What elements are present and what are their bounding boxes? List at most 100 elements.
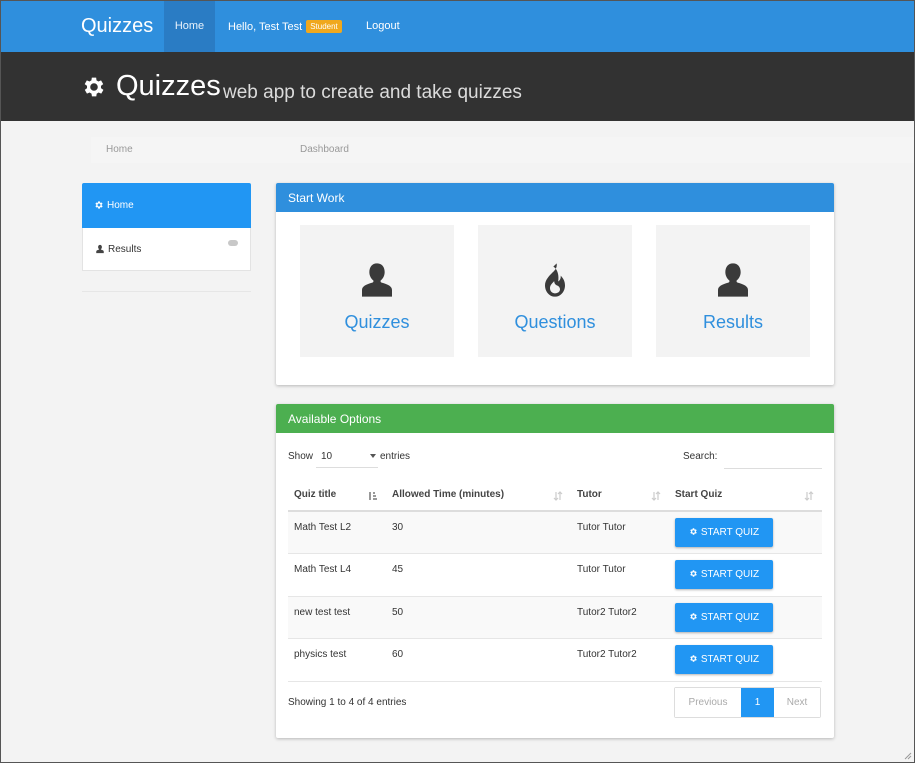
cell-text: physics test [294, 649, 347, 661]
gear-icon [690, 570, 697, 578]
page-header: Quizzes web app to create and take quizz… [1, 52, 914, 121]
start-quiz-button[interactable]: START QUIZ [675, 602, 773, 632]
page-length-select[interactable]: 10 [316, 444, 378, 468]
cell-allowed-time: 45 [386, 553, 571, 597]
breadcrumb: Home Dashboard [91, 137, 914, 163]
button-label: START QUIZ [700, 611, 760, 623]
col-header-label: Start Quiz [675, 489, 723, 500]
brand-link[interactable]: Quizzes [81, 15, 153, 38]
user-icon [718, 263, 748, 297]
sidebar-item-label: Results [108, 244, 142, 255]
cell-quiz-title: Math Test L4 [288, 553, 386, 597]
tile-questions[interactable]: Questions [478, 225, 632, 357]
pagination: Previous 1 Next [674, 687, 821, 718]
start-quiz-button[interactable]: START QUIZ [675, 645, 773, 675]
col-header-label: Tutor [577, 489, 602, 500]
role-badge: Student [306, 20, 342, 33]
sidebar-item-label: Home [107, 200, 134, 211]
tile-label: Questions [514, 312, 596, 332]
start-work-panel: Start Work Quizzes Questions Results [276, 183, 834, 385]
sidebar-item-results[interactable]: Results [82, 228, 251, 271]
nav-home-link[interactable]: Home [164, 1, 215, 52]
col-quiz-title[interactable]: Quiz title [288, 479, 386, 512]
cell-text: Tutor2 Tutor2 [577, 649, 637, 661]
search-input[interactable] [724, 444, 822, 469]
cell-quiz-title: Math Test L2 [288, 511, 386, 554]
cell-start-quiz: START QUIZ [669, 638, 822, 682]
cell-start-quiz: START QUIZ [669, 511, 822, 554]
breadcrumb-home[interactable]: Home [106, 144, 133, 155]
cell-text: 30 [392, 522, 404, 533]
button-label: START QUIZ [700, 654, 760, 666]
cell-text: 45 [392, 564, 404, 576]
cell-tutor: Tutor2 Tutor2 [571, 638, 669, 682]
gear-icon [690, 612, 697, 620]
cell-text: Tutor2 Tutor2 [577, 606, 637, 618]
top-navbar: Quizzes Home Hello, Test Test Student Log… [1, 1, 914, 52]
tile-results[interactable]: Results [656, 225, 810, 357]
available-options-title: Available Options [276, 404, 834, 433]
cell-quiz-title: new test test [288, 596, 386, 639]
cell-start-quiz: START QUIZ [669, 596, 822, 639]
fire-icon [545, 263, 565, 297]
tile-label: Results [702, 312, 764, 332]
table-header-row: Quiz title Allowed Time (minutes) Tutor [288, 479, 822, 512]
col-start-quiz[interactable]: Start Quiz [669, 479, 822, 512]
logout-link[interactable]: Logout [366, 20, 400, 32]
start-quiz-button[interactable]: START QUIZ [675, 518, 773, 547]
table-row: physics test 60 Tutor2 Tutor2 START QUIZ [288, 638, 822, 682]
cell-text: new test test [294, 606, 351, 618]
nav-user-greeting[interactable]: Hello, Test Test Student [228, 20, 342, 33]
user-icon [96, 244, 104, 254]
quiz-table: Quiz title Allowed Time (minutes) Tutor [288, 479, 822, 682]
button-label: START QUIZ [700, 527, 760, 538]
tile-label: Quizzes [344, 312, 410, 332]
cell-text: Tutor Tutor [577, 522, 626, 533]
resize-grip-icon[interactable] [902, 750, 912, 760]
gear-icon [690, 528, 697, 535]
cell-start-quiz: START QUIZ [669, 553, 822, 597]
cell-text: 60 [392, 649, 404, 661]
sidebar: Home Results [82, 183, 251, 271]
sort-asc-icon [369, 492, 377, 500]
page-length-value: 10 [321, 451, 333, 462]
pagination-previous[interactable]: Previous [675, 688, 741, 717]
table-row: Math Test L4 45 Tutor Tutor START QUIZ [288, 553, 822, 597]
chevron-down-icon [370, 454, 376, 458]
cell-allowed-time: 50 [386, 596, 571, 639]
sidebar-item-home[interactable]: Home [82, 183, 251, 228]
col-allowed-time[interactable]: Allowed Time (minutes) [386, 479, 571, 512]
cell-tutor: Tutor Tutor [571, 553, 669, 597]
button-label: START QUIZ [700, 569, 760, 581]
user-icon [362, 263, 392, 297]
table-row: Math Test L2 30 Tutor Tutor START QUIZ [288, 511, 822, 554]
entries-label: entries [380, 451, 411, 462]
cell-tutor: Tutor2 Tutor2 [571, 596, 669, 639]
gear-icon [95, 201, 103, 209]
start-quiz-button[interactable]: START QUIZ [675, 560, 773, 590]
pagination-page-1[interactable]: 1 [741, 688, 774, 717]
sort-icon [553, 491, 563, 501]
gear-icon [690, 655, 697, 663]
available-options-panel: Available Options Show 10 entries Search… [276, 404, 834, 738]
page-subtitle: web app to create and take quizzes [223, 82, 522, 103]
search-label: Search: [683, 451, 718, 462]
start-work-title: Start Work [276, 183, 834, 212]
col-tutor[interactable]: Tutor [571, 479, 669, 512]
cell-allowed-time: 30 [386, 511, 571, 554]
table-row: new test test 50 Tutor2 Tutor2 START QUI… [288, 596, 822, 639]
cell-text: Math Test L4 [294, 564, 352, 576]
cell-text: 50 [392, 606, 404, 618]
pagination-next[interactable]: Next [774, 688, 820, 717]
cell-allowed-time: 60 [386, 638, 571, 682]
sidebar-divider [82, 291, 251, 292]
col-header-label: Quiz title [294, 489, 337, 500]
page-title: Quizzes [116, 70, 221, 102]
sort-icon [651, 491, 661, 501]
cell-text: Math Test L2 [294, 522, 352, 533]
cell-text: Tutor Tutor [577, 564, 626, 576]
show-label: Show [288, 451, 314, 462]
tile-quizzes[interactable]: Quizzes [300, 225, 454, 357]
greeting-text: Hello, Test Test [228, 21, 303, 33]
gear-icon [84, 77, 104, 97]
